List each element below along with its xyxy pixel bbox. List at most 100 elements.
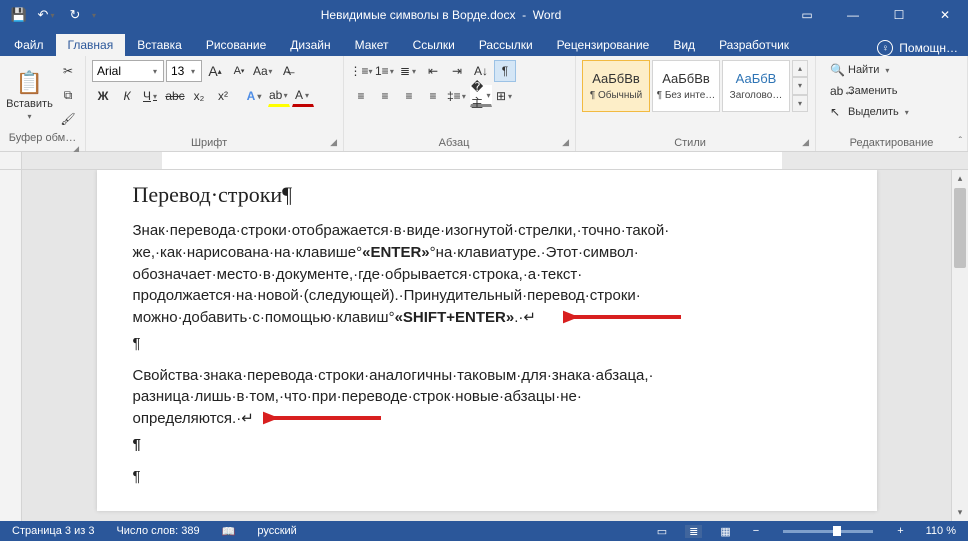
align-left-icon[interactable]: ≡ bbox=[350, 85, 372, 107]
cursor-icon: ↖ bbox=[830, 105, 844, 119]
shrink-font-icon[interactable]: A▾ bbox=[228, 60, 250, 82]
styles-more-icon[interactable]: ▾ bbox=[792, 95, 808, 112]
styles-scroll[interactable]: ▴ ▾ ▾ bbox=[792, 60, 808, 112]
vertical-ruler[interactable] bbox=[0, 170, 22, 521]
collapse-ribbon-icon[interactable]: ˆ bbox=[959, 136, 962, 147]
styles-group-label: Стили bbox=[674, 137, 706, 149]
format-painter-icon[interactable]: 🖌 bbox=[57, 108, 79, 130]
find-button[interactable]: 🔍Найти▾ bbox=[826, 60, 961, 80]
tell-me-text[interactable]: Помощн… bbox=[899, 41, 958, 55]
strikethrough-button[interactable]: abc bbox=[164, 85, 186, 107]
scroll-thumb[interactable] bbox=[954, 188, 966, 268]
clear-formatting-icon[interactable]: A̶ bbox=[276, 60, 298, 82]
bold-button[interactable]: Ж bbox=[92, 85, 114, 107]
tab-mailings[interactable]: Рассылки bbox=[467, 34, 545, 56]
doc-end-mark[interactable]: ¶ bbox=[133, 434, 841, 456]
print-layout-icon[interactable]: ≣ bbox=[685, 525, 702, 538]
tab-design[interactable]: Дизайн bbox=[278, 34, 342, 56]
tab-draw[interactable]: Рисование bbox=[194, 34, 278, 56]
tab-developer[interactable]: Разработчик bbox=[707, 34, 801, 56]
bullets-icon[interactable]: ⋮≡▾ bbox=[350, 60, 372, 82]
word-count-status[interactable]: Число слов: 389 bbox=[112, 525, 203, 537]
paste-button[interactable]: 📋 Вставить ▾ bbox=[6, 60, 53, 130]
align-right-icon[interactable]: ≡ bbox=[398, 85, 420, 107]
statusbar: Страница 3 из 3 Число слов: 389 📖 русски… bbox=[0, 521, 968, 541]
doc-heading[interactable]: Перевод·строки¶ bbox=[133, 182, 841, 208]
editing-group-label: Редактирование bbox=[850, 137, 934, 149]
tab-layout[interactable]: Макет bbox=[343, 34, 401, 56]
tab-review[interactable]: Рецензирование bbox=[545, 34, 662, 56]
line-spacing-icon[interactable]: ‡≡▾ bbox=[446, 85, 468, 107]
tab-view[interactable]: Вид bbox=[661, 34, 707, 56]
style-normal[interactable]: АаБбВв ¶ Обычный bbox=[582, 60, 650, 112]
style-no-spacing[interactable]: АаБбВв ¶ Без инте… bbox=[652, 60, 720, 112]
tell-me-icon[interactable]: ♀ bbox=[877, 40, 893, 56]
doc-end-mark-2[interactable]: ¶ bbox=[133, 466, 841, 488]
cut-icon[interactable]: ✂ bbox=[57, 60, 79, 82]
increase-indent-icon[interactable]: ⇥ bbox=[446, 60, 468, 82]
tab-references[interactable]: Ссылки bbox=[401, 34, 467, 56]
subscript-button[interactable]: x₂ bbox=[188, 85, 210, 107]
font-name-select[interactable]: Arial▾ bbox=[92, 60, 164, 82]
vertical-scrollbar[interactable]: ▴ ▾ bbox=[951, 170, 968, 521]
zoom-slider[interactable] bbox=[783, 530, 873, 533]
doc-paragraph-1[interactable]: Знак·перевода·строки·отображается·в·виде… bbox=[133, 220, 841, 329]
text-effects-icon[interactable]: A▾ bbox=[244, 85, 266, 107]
multilevel-list-icon[interactable]: ≣▾ bbox=[398, 60, 420, 82]
horizontal-ruler[interactable] bbox=[0, 152, 968, 170]
show-marks-icon[interactable]: ¶ bbox=[494, 60, 516, 82]
borders-icon[interactable]: ⊞▾ bbox=[494, 85, 516, 107]
maximize-icon[interactable]: ☐ bbox=[876, 0, 922, 30]
superscript-button[interactable]: x² bbox=[212, 85, 234, 107]
page[interactable]: Перевод·строки¶ Знак·перевода·строки·ото… bbox=[97, 170, 877, 511]
titlebar: 💾 ↶▾ ↻ ▾ Невидимые символы в Ворде.docx … bbox=[0, 0, 968, 30]
tab-insert[interactable]: Вставка bbox=[125, 34, 194, 56]
doc-pilcrow-1[interactable]: ¶ bbox=[133, 333, 841, 355]
doc-paragraph-2[interactable]: Свойства·знака·перевода·строки·аналогичн… bbox=[133, 365, 841, 430]
language-status[interactable]: русский bbox=[253, 525, 300, 537]
zoom-level[interactable]: 110 % bbox=[922, 525, 960, 537]
font-launcher-icon[interactable]: ◢ bbox=[330, 137, 337, 148]
grow-font-icon[interactable]: A▴ bbox=[204, 60, 226, 82]
align-center-icon[interactable]: ≡ bbox=[374, 85, 396, 107]
styles-down-icon[interactable]: ▾ bbox=[792, 77, 808, 94]
change-case-icon[interactable]: Aa▾ bbox=[252, 60, 274, 82]
decrease-indent-icon[interactable]: ⇤ bbox=[422, 60, 444, 82]
styles-launcher-icon[interactable]: ◢ bbox=[802, 137, 809, 148]
scroll-up-icon[interactable]: ▴ bbox=[952, 170, 968, 187]
zoom-out-icon[interactable]: − bbox=[749, 525, 763, 537]
close-icon[interactable]: ✕ bbox=[922, 0, 968, 30]
styles-gallery[interactable]: АаБбВв ¶ Обычный АаБбВв ¶ Без инте… АаБб… bbox=[582, 60, 808, 112]
shading-icon[interactable]: �主▾ bbox=[470, 85, 492, 107]
font-size-select[interactable]: 13▾ bbox=[166, 60, 202, 82]
copy-icon[interactable]: ⧉ bbox=[57, 84, 79, 106]
tab-file[interactable]: Файл bbox=[2, 34, 56, 56]
numbering-icon[interactable]: 1≡▾ bbox=[374, 60, 396, 82]
zoom-in-icon[interactable]: + bbox=[893, 525, 907, 537]
undo-icon[interactable]: ↶▾ bbox=[34, 3, 60, 27]
page-container[interactable]: Перевод·строки¶ Знак·перевода·строки·ото… bbox=[22, 170, 951, 521]
underline-button[interactable]: Ч▾ bbox=[140, 85, 162, 107]
font-color-icon[interactable]: A▾ bbox=[292, 85, 314, 107]
page-number-status[interactable]: Страница 3 из 3 bbox=[8, 525, 98, 537]
styles-up-icon[interactable]: ▴ bbox=[792, 60, 808, 77]
highlight-icon[interactable]: ab▾ bbox=[268, 85, 290, 107]
paste-label: Вставить bbox=[6, 98, 53, 110]
minimize-icon[interactable]: — bbox=[830, 0, 876, 30]
web-layout-icon[interactable]: ▦ bbox=[716, 525, 734, 538]
spellcheck-icon[interactable]: 📖 bbox=[218, 525, 240, 538]
redo-icon[interactable]: ↻ bbox=[62, 3, 88, 27]
qat-customize-icon[interactable]: ▾ bbox=[90, 3, 98, 27]
tab-home[interactable]: Главная bbox=[56, 34, 126, 56]
scroll-down-icon[interactable]: ▾ bbox=[952, 504, 968, 521]
replace-button[interactable]: ab↔Заменить bbox=[826, 81, 961, 101]
italic-button[interactable]: К bbox=[116, 85, 138, 107]
style-heading1[interactable]: АаБбВ Заголово… bbox=[722, 60, 790, 112]
save-icon[interactable]: 💾 bbox=[6, 3, 32, 27]
read-mode-icon[interactable]: ▭ bbox=[653, 525, 671, 538]
justify-icon[interactable]: ≡ bbox=[422, 85, 444, 107]
paragraph-launcher-icon[interactable]: ◢ bbox=[562, 137, 569, 148]
select-button[interactable]: ↖Выделить▾ bbox=[826, 102, 961, 122]
window-title: Невидимые символы в Ворде.docx - Word bbox=[98, 8, 784, 22]
ribbon-display-icon[interactable]: ▭ bbox=[784, 0, 830, 30]
